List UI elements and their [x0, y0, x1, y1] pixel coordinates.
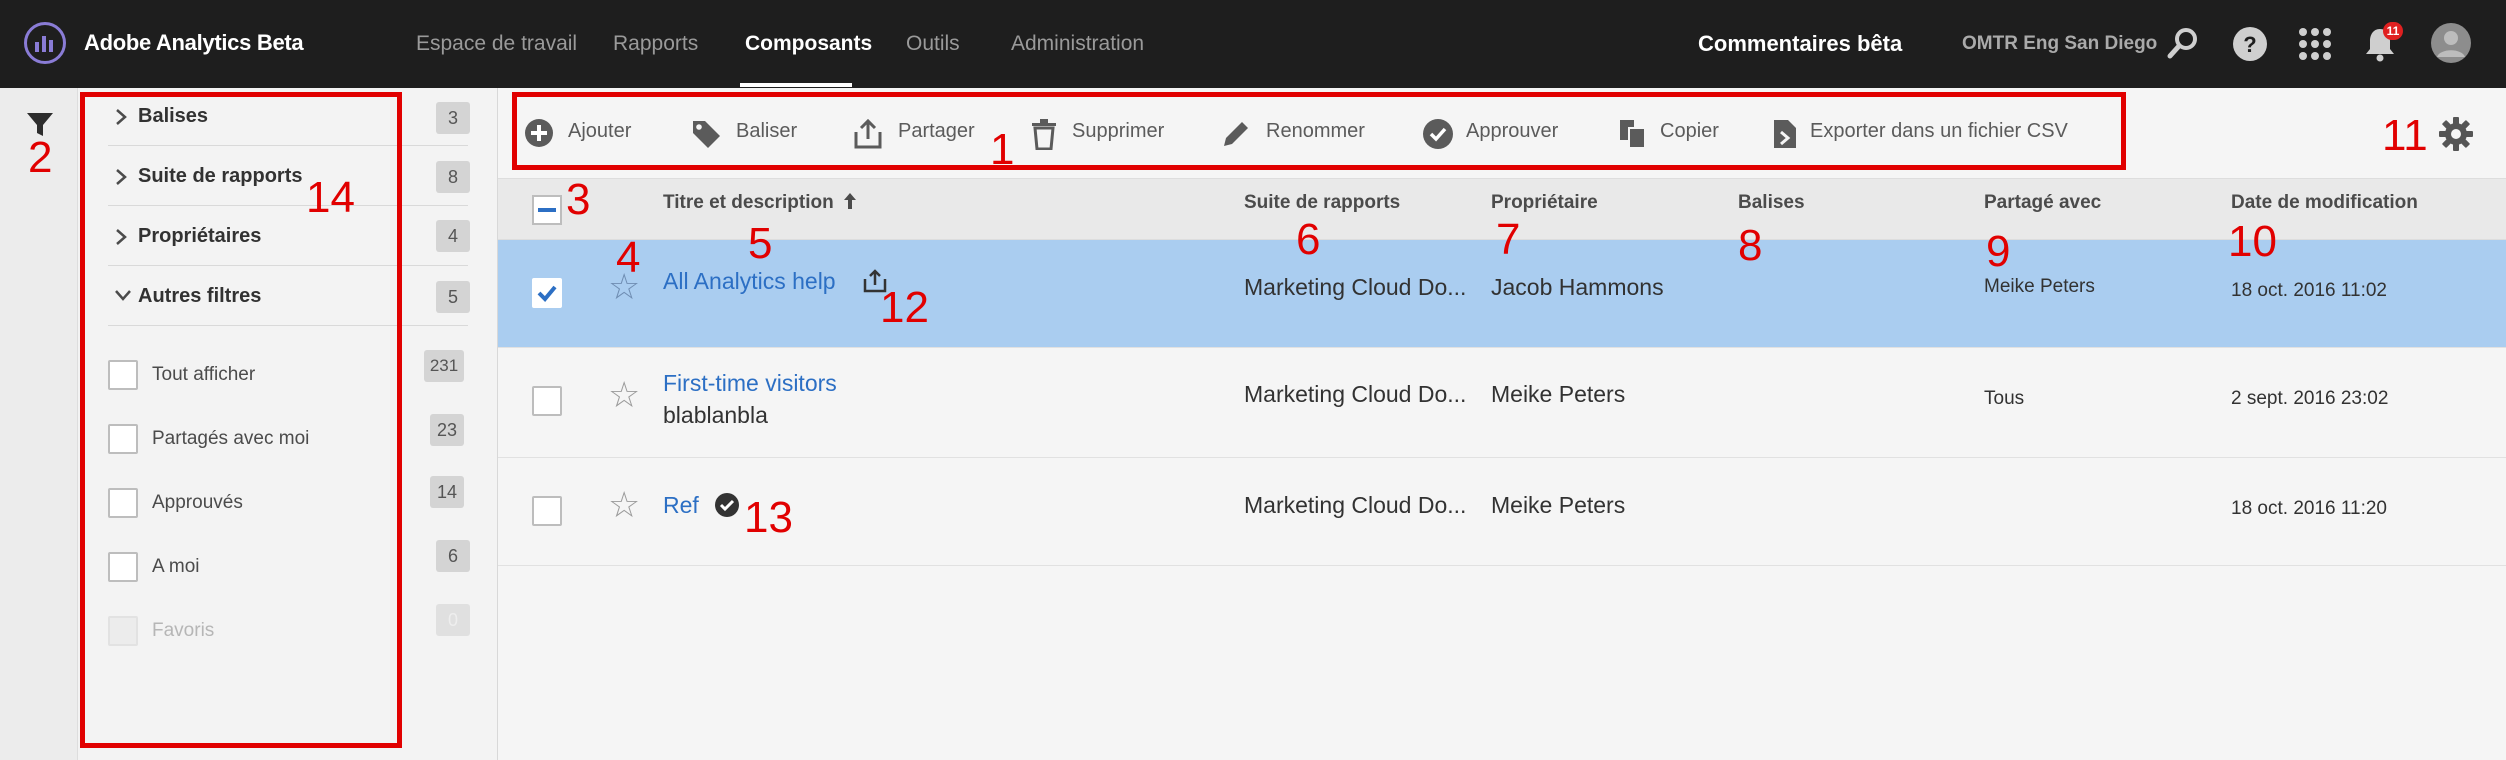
component-title-link[interactable]: Ref — [663, 492, 699, 519]
component-title-link[interactable]: All Analytics help — [663, 268, 836, 295]
component-title-link[interactable]: First-time visitors — [663, 370, 837, 397]
callout-number: 4 — [616, 233, 641, 282]
column-header-tags[interactable]: Balises — [1738, 192, 1805, 214]
shared-with-cell: Meike Peters — [1984, 276, 2095, 297]
callout-number: 9 — [1986, 227, 2011, 276]
callout-number: 8 — [1738, 221, 1763, 270]
components-main: Ajouter Baliser Partager Supprimer Renom… — [498, 88, 2506, 760]
owner-cell: Jacob Hammons — [1491, 274, 1664, 300]
sort-ascending-icon — [843, 193, 856, 209]
callout-number: 14 — [306, 173, 355, 222]
nav-item-workspace[interactable]: Espace de travail — [416, 32, 577, 56]
callout-number: 10 — [2228, 217, 2277, 266]
filter-count: 4 — [436, 220, 470, 252]
left-rail — [0, 88, 78, 760]
notification-badge: 11 — [2383, 22, 2403, 40]
column-header-report-suite[interactable]: Suite de rapports — [1244, 192, 1400, 214]
nav-item-reports[interactable]: Rapports — [613, 32, 698, 56]
callout-number: 12 — [880, 283, 929, 332]
row-checkbox[interactable] — [532, 278, 562, 308]
column-header-owner[interactable]: Propriétaire — [1491, 192, 1598, 214]
favorite-star-icon[interactable]: ☆ — [608, 484, 640, 526]
filter-count: 0 — [436, 604, 470, 636]
component-description: blablanbla — [663, 402, 768, 428]
avatar[interactable] — [2430, 22, 2472, 64]
checkmark-icon — [537, 285, 557, 302]
favorite-star-icon[interactable]: ☆ — [608, 374, 640, 416]
callout-number: 2 — [28, 133, 53, 182]
modified-date-cell: 18 oct. 2016 11:20 — [2231, 498, 2387, 519]
modified-date-cell: 2 sept. 2016 23:02 — [2231, 388, 2389, 409]
callout-number: 11 — [2382, 111, 2428, 160]
beta-feedback-link[interactable]: Commentaires bêta — [1698, 31, 1902, 57]
table-row[interactable]: ☆ Ref Marketing Cloud Do... Meike Peters… — [498, 458, 2506, 566]
callout-number: 13 — [744, 493, 793, 542]
search-icon[interactable] — [2166, 26, 2200, 60]
column-header-shared-with[interactable]: Partagé avec — [1984, 192, 2101, 214]
callout-number: 5 — [748, 219, 773, 268]
table-row[interactable]: ☆ First-time visitors blablanbla Marketi… — [498, 348, 2506, 458]
shared-with-cell: Tous — [1984, 388, 2025, 409]
approved-icon — [715, 493, 739, 517]
select-all-checkbox[interactable] — [532, 195, 562, 225]
nav-item-tools[interactable]: Outils — [906, 32, 960, 56]
filter-count: 6 — [436, 540, 470, 572]
app-title: Adobe Analytics Beta — [84, 30, 304, 55]
org-name[interactable]: OMTR Eng San Diego — [1962, 33, 2157, 55]
filter-count: 14 — [430, 476, 464, 508]
nav-item-components[interactable]: Composants — [745, 32, 872, 56]
gear-icon[interactable] — [2438, 116, 2474, 152]
report-suite-cell: Marketing Cloud Do... — [1244, 274, 1467, 300]
active-nav-indicator — [740, 83, 852, 87]
report-suite-cell: Marketing Cloud Do... — [1244, 381, 1467, 407]
filter-count: 23 — [430, 414, 464, 446]
row-checkbox[interactable] — [532, 386, 562, 416]
filter-count: 8 — [436, 161, 470, 193]
top-navigation-bar: Adobe Analytics Beta Espace de travail R… — [0, 0, 2506, 88]
callout-box-toolbar — [512, 92, 2126, 170]
filter-count: 5 — [436, 281, 470, 313]
column-header-title[interactable]: Titre et description — [663, 192, 857, 214]
filter-count: 3 — [436, 102, 470, 134]
nav-item-admin[interactable]: Administration — [1011, 32, 1144, 56]
column-header-modified-date[interactable]: Date de modification — [2231, 192, 2418, 214]
report-suite-cell: Marketing Cloud Do... — [1244, 492, 1467, 518]
row-checkbox[interactable] — [532, 496, 562, 526]
apps-grid-icon[interactable] — [2298, 27, 2332, 61]
callout-number: 3 — [566, 175, 591, 224]
owner-cell: Meike Peters — [1491, 492, 1626, 518]
filter-count: 231 — [424, 350, 464, 382]
owner-cell: Meike Peters — [1491, 381, 1626, 407]
help-icon[interactable]: ? — [2232, 26, 2268, 62]
callout-number: 7 — [1496, 215, 1521, 264]
svg-text:?: ? — [2243, 32, 2256, 57]
adobe-analytics-logo-icon[interactable] — [24, 22, 66, 64]
callout-number: 6 — [1296, 215, 1321, 264]
callout-number: 1 — [990, 125, 1015, 174]
modified-date-cell: 18 oct. 2016 11:02 — [2231, 280, 2387, 301]
